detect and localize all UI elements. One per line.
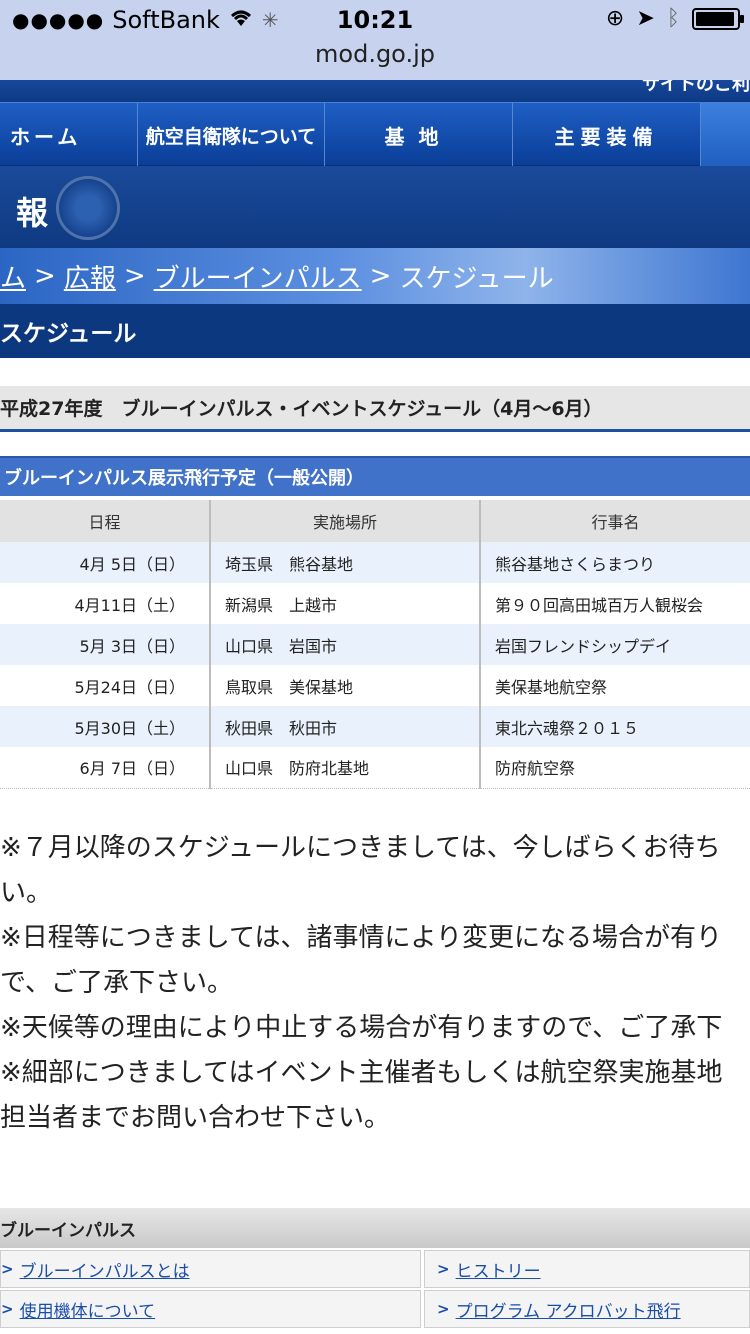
related-links-row: > ブルーインパルスとは > ヒストリー	[0, 1250, 750, 1290]
breadcrumb-blue-impulse[interactable]: ブルーインパルス	[154, 258, 362, 295]
note-line: ※７月以降のスケジュールにつきましては、今しばらくお待ち	[0, 833, 721, 863]
note-line: 担当者までお問い合わせ下さい。	[0, 1103, 391, 1133]
column-header-date: 日程	[0, 500, 211, 542]
note-line: ※日程等につきましては、諸事情により変更になる場合が有り	[0, 923, 722, 953]
section-banner: 報	[0, 166, 750, 248]
cell-event: 第９０回高田城百万人観桜会	[480, 583, 750, 624]
sitemap-link[interactable]: サイトのご利	[642, 80, 750, 96]
emblem-icon	[56, 176, 120, 240]
related-links-row: > 使用機体について > プログラム アクロバット飛行	[0, 1290, 750, 1330]
note-line: い。	[0, 878, 53, 908]
cell-event: 岩国フレンドシップデイ	[480, 624, 750, 665]
rotation-lock-icon: ⊕	[605, 6, 625, 31]
cell-date: 4月 5日（日）	[0, 542, 211, 583]
table-row: 4月 5日（日） 埼玉県 熊谷基地 熊谷基地さくらまつり	[0, 542, 750, 583]
cell-date: 5月30日（土）	[0, 706, 211, 747]
cell-event: 美保基地航空祭	[480, 665, 750, 706]
chevron-right-icon: >	[437, 1300, 450, 1318]
cell-location: 山口県 岩国市	[210, 624, 481, 665]
nav-item-next[interactable]	[701, 103, 750, 167]
related-link-cell: > 使用機体について	[0, 1290, 421, 1328]
address-bar[interactable]: mod.go.jp	[0, 40, 750, 68]
breadcrumb-separator: >	[369, 261, 392, 291]
status-right: ⊕ ➤ ᛒ	[605, 6, 744, 31]
cell-event: 東北六魂祭２０１５	[480, 706, 750, 747]
cell-event: 防府航空祭	[480, 747, 750, 789]
related-link-cell: > プログラム アクロバット飛行	[424, 1290, 750, 1328]
breadcrumb-separator: >	[123, 261, 146, 291]
cell-location: 秋田県 秋田市	[210, 706, 481, 747]
nav-item-equipment[interactable]: 主要装備	[513, 103, 701, 167]
cell-date: 6月 7日（日）	[0, 747, 211, 789]
table-row: 4月11日（土） 新潟県 上越市 第９０回高田城百万人観桜会	[0, 583, 750, 624]
notes: ※７月以降のスケジュールにつきましては、今しばらくお待ち い。 ※日程等につきま…	[0, 826, 750, 1141]
link-aircraft[interactable]: 使用機体について	[20, 1297, 156, 1322]
table-caption: ブルーインパルス展示飛行予定（一般公開）	[0, 456, 750, 496]
column-header-event: 行事名	[480, 500, 750, 542]
note-line: ※細部につきましてはイベント主催者もしくは航空祭実施基地	[0, 1058, 723, 1088]
battery-icon	[692, 7, 744, 30]
related-link-cell: > ブルーインパルスとは	[0, 1250, 421, 1288]
chevron-right-icon: >	[1, 1260, 14, 1278]
breadcrumb: ム > 広報 > ブルーインパルス > スケジュール	[0, 248, 750, 304]
link-about-blue-impulse[interactable]: ブルーインパルスとは	[20, 1257, 190, 1282]
note-line: ※天候等の理由により中止する場合が有りますので、ご了承下	[0, 1013, 723, 1043]
nav-item-about[interactable]: 航空自衛隊について	[138, 103, 325, 167]
chevron-right-icon: >	[1, 1300, 14, 1318]
nav-item-home[interactable]: ホーム	[0, 103, 138, 167]
bluetooth-icon: ᛒ	[666, 6, 680, 31]
table-row: 5月 3日（日） 山口県 岩国市 岩国フレンドシップデイ	[0, 624, 750, 665]
schedule-table: 日程 実施場所 行事名 4月 5日（日） 埼玉県 熊谷基地 熊谷基地さくらまつり…	[0, 500, 750, 789]
page-title: スケジュール	[0, 304, 750, 358]
status-bar: ●●●●● SoftBank ✳ 10:21 ⊕ ➤ ᛒ	[0, 0, 750, 42]
related-link-cell: > ヒストリー	[424, 1250, 750, 1288]
browser-top-bar: ●●●●● SoftBank ✳ 10:21 ⊕ ➤ ᛒ mod.go.jp	[0, 0, 750, 80]
note-line: で、ご了承下さい。	[0, 968, 233, 998]
cell-location: 鳥取県 美保基地	[210, 665, 481, 706]
global-nav: ホーム 航空自衛隊について 基地 主要装備	[0, 102, 750, 167]
cell-location: 新潟県 上越市	[210, 583, 481, 624]
related-links-title: ブルーインパルス	[0, 1208, 750, 1248]
nav-item-bases[interactable]: 基地	[325, 103, 513, 167]
cell-date: 5月24日（日）	[0, 665, 211, 706]
link-history[interactable]: ヒストリー	[456, 1257, 541, 1282]
related-links: > ブルーインパルスとは > ヒストリー > 使用機体について > プログラム …	[0, 1250, 750, 1330]
breadcrumb-koho[interactable]: 広報	[64, 258, 116, 295]
cell-event: 熊谷基地さくらまつり	[480, 542, 750, 583]
section-banner-title: 報	[16, 194, 49, 232]
cell-location: 山口県 防府北基地	[210, 747, 481, 789]
column-header-location: 実施場所	[210, 500, 481, 542]
table-row: 5月30日（土） 秋田県 秋田市 東北六魂祭２０１５	[0, 706, 750, 747]
schedule-section-title: 平成27年度 ブルーインパルス・イベントスケジュール（4月～6月）	[0, 386, 750, 432]
breadcrumb-separator: >	[34, 261, 56, 291]
location-arrow-icon: ➤	[636, 6, 655, 31]
link-acrobatic-program[interactable]: プログラム アクロバット飛行	[456, 1297, 681, 1322]
cell-date: 5月 3日（日）	[0, 624, 211, 665]
chevron-right-icon: >	[437, 1260, 450, 1278]
breadcrumb-current: スケジュール	[399, 263, 554, 294]
table-row: 6月 7日（日） 山口県 防府北基地 防府航空祭	[0, 747, 750, 789]
cell-date: 4月11日（土）	[0, 583, 211, 624]
table-row: 5月24日（日） 鳥取県 美保基地 美保基地航空祭	[0, 665, 750, 706]
breadcrumb-home[interactable]: ム	[0, 258, 26, 295]
cell-location: 埼玉県 熊谷基地	[210, 542, 481, 583]
header-strip: サイトのご利	[0, 80, 750, 102]
